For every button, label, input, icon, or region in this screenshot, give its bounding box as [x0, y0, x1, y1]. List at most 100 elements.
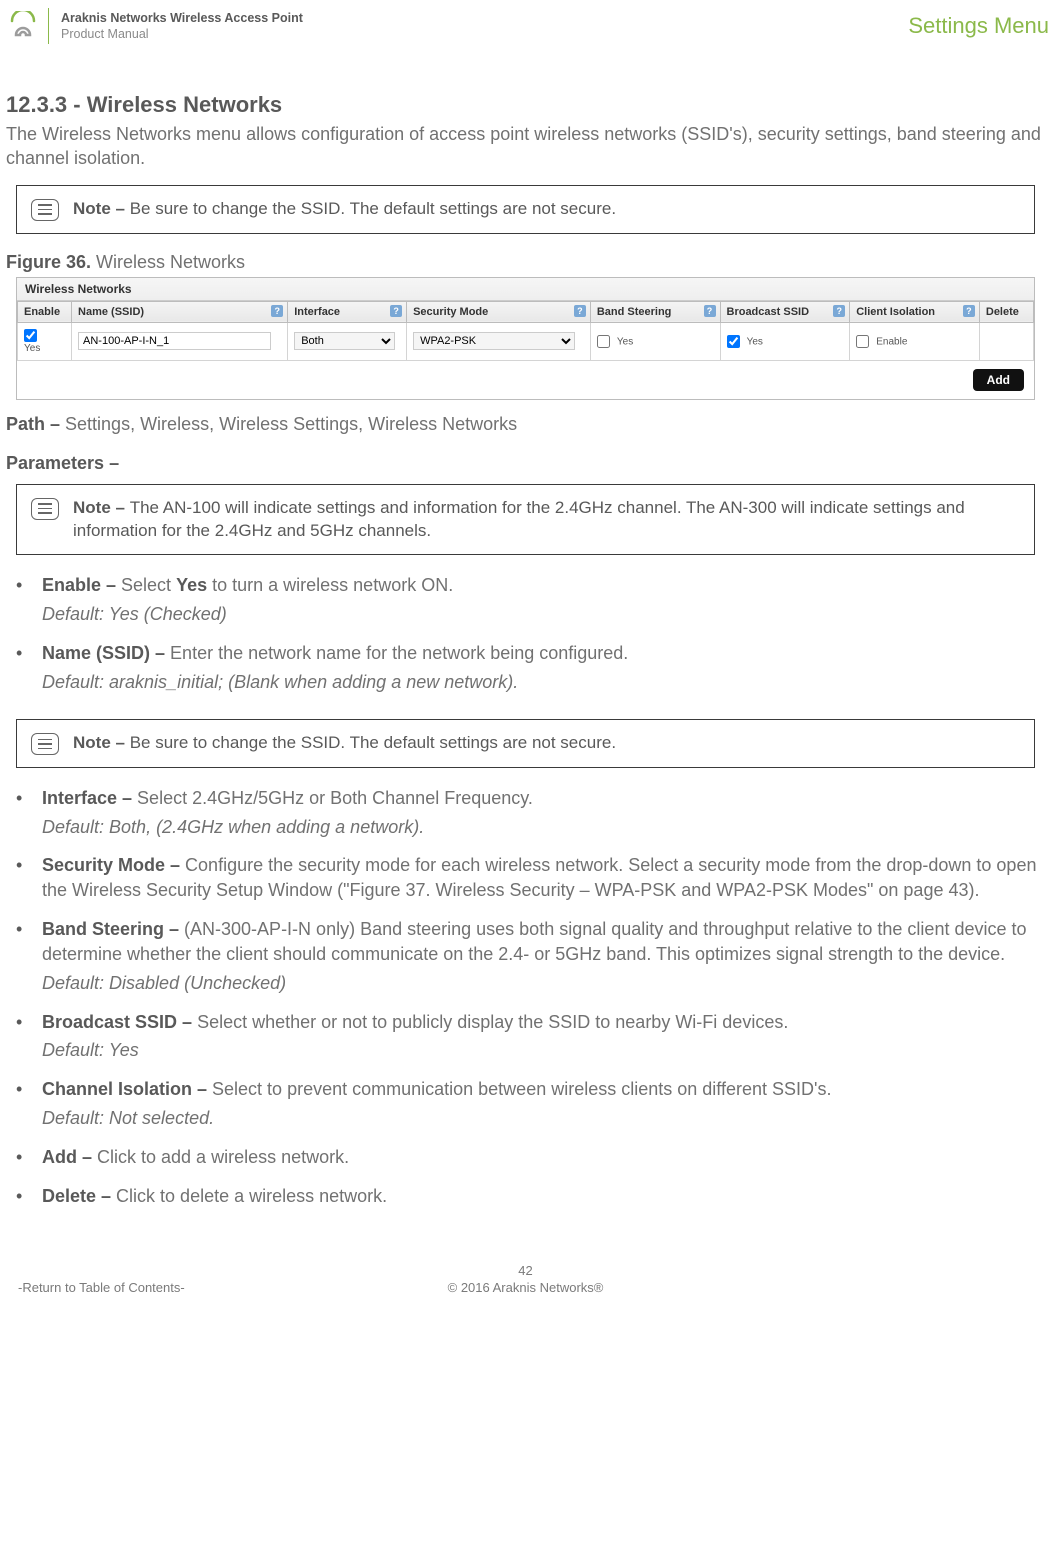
col-delete: Delete	[979, 301, 1033, 322]
add-row: Add	[17, 361, 1034, 399]
help-icon[interactable]: ?	[833, 305, 845, 317]
param-broadcast: Broadcast SSID – Select whether or not t…	[6, 1010, 1045, 1078]
col-security-label: Security Mode	[413, 306, 488, 318]
copyright: © 2016 Araknis Networks®	[448, 1280, 604, 1295]
brand-logo-icon	[8, 11, 38, 41]
param-default: Default: Both, (2.4GHz when adding a net…	[42, 815, 1045, 840]
note-label: Note –	[73, 199, 130, 218]
param-add: Add – Click to add a wireless network.	[6, 1145, 1045, 1184]
figure-number: Figure 36.	[6, 252, 91, 272]
security-select[interactable]: WPA2-PSK	[413, 332, 575, 350]
note-box-2: Note – The AN-100 will indicate settings…	[16, 484, 1035, 556]
cell-band: Yes	[590, 322, 720, 360]
col-band-label: Band Steering	[597, 306, 672, 318]
help-icon[interactable]: ?	[390, 305, 402, 317]
param-label: Delete –	[42, 1186, 116, 1206]
path-label: Path –	[6, 414, 65, 434]
help-icon[interactable]: ?	[574, 305, 586, 317]
param-text: Click to delete a wireless network.	[116, 1186, 387, 1206]
note-icon	[31, 733, 59, 755]
help-icon[interactable]: ?	[704, 305, 716, 317]
param-delete: Delete – Click to delete a wireless netw…	[6, 1184, 1045, 1223]
cell-enable: Yes	[18, 322, 72, 360]
param-label: Channel Isolation –	[42, 1079, 212, 1099]
ui-screenshot: Wireless Networks Enable Name (SSID)? In…	[16, 277, 1035, 400]
note-icon	[31, 199, 59, 221]
cell-interface: Both	[288, 322, 407, 360]
enable-checkbox[interactable]	[24, 329, 37, 342]
param-text: Configure the security mode for each wir…	[42, 855, 1036, 900]
product-subtitle: Product Manual	[61, 26, 303, 42]
band-label: Yes	[617, 336, 633, 347]
param-yes: Yes	[176, 575, 207, 595]
param-isolation: Channel Isolation – Select to prevent co…	[6, 1077, 1045, 1145]
col-enable: Enable	[18, 301, 72, 322]
param-default: Default: araknis_initial; (Blank when ad…	[42, 670, 1045, 695]
broadcast-label: Yes	[747, 336, 763, 347]
param-default: Default: Yes	[42, 1038, 1045, 1063]
param-text: Click to add a wireless network.	[97, 1147, 349, 1167]
help-icon[interactable]: ?	[271, 305, 283, 317]
col-isolation-label: Client Isolation	[856, 306, 935, 318]
col-isolation: Client Isolation?	[850, 301, 980, 322]
figure-title: Wireless Networks	[91, 252, 245, 272]
toc-link[interactable]: -Return to Table of Contents-	[18, 1280, 185, 1295]
param-label: Enable –	[42, 575, 121, 595]
note-icon	[31, 498, 59, 520]
param-default: Default: Disabled (Unchecked)	[42, 971, 1045, 996]
params-list: Enable – Select Yes to turn a wireless n…	[6, 573, 1045, 708]
page-number: 42	[0, 1263, 1051, 1278]
params-list-2: Interface – Select 2.4GHz/5GHz or Both C…	[6, 786, 1045, 1223]
note-text-2: Note – The AN-100 will indicate settings…	[73, 497, 1020, 543]
cell-broadcast: Yes	[720, 322, 850, 360]
cell-security: WPA2-PSK	[407, 322, 591, 360]
product-line: Araknis Networks Wireless Access Point	[61, 10, 303, 26]
add-button[interactable]: Add	[973, 369, 1024, 391]
header-titles: Araknis Networks Wireless Access Point P…	[61, 10, 303, 43]
cell-delete	[979, 322, 1033, 360]
path-line: Path – Settings, Wireless, Wireless Sett…	[6, 414, 1045, 435]
help-icon[interactable]: ?	[963, 305, 975, 317]
param-text: (AN-300-AP-I-N only) Band steering uses …	[42, 919, 1027, 964]
col-interface-label: Interface	[294, 306, 340, 318]
col-band: Band Steering?	[590, 301, 720, 322]
param-label: Band Steering –	[42, 919, 184, 939]
settings-menu-link[interactable]: Settings Menu	[908, 13, 1049, 39]
param-security: Security Mode – Configure the security m…	[6, 853, 1045, 917]
header-left: Araknis Networks Wireless Access Point P…	[0, 8, 303, 44]
figure-caption: Figure 36. Wireless Networks	[6, 252, 1045, 273]
ssid-input[interactable]	[78, 332, 271, 350]
wireless-networks-table: Enable Name (SSID)? Interface? Security …	[17, 301, 1034, 361]
cell-ssid	[72, 322, 288, 360]
param-band: Band Steering – (AN-300-AP-I-N only) Ban…	[6, 917, 1045, 1009]
enable-label: Yes	[24, 343, 40, 354]
interface-select[interactable]: Both	[294, 332, 395, 350]
col-interface: Interface?	[288, 301, 407, 322]
note-body: Be sure to change the SSID. The default …	[130, 733, 616, 752]
isolation-label: Enable	[876, 336, 907, 347]
param-label: Name (SSID) –	[42, 643, 170, 663]
param-interface: Interface – Select 2.4GHz/5GHz or Both C…	[6, 786, 1045, 854]
parameters-heading: Parameters –	[6, 453, 1045, 474]
table-row: Yes Both WPA2-PSK	[18, 322, 1034, 360]
param-label: Interface –	[42, 788, 137, 808]
param-label: Broadcast SSID –	[42, 1012, 197, 1032]
note-box-1: Note – Be sure to change the SSID. The d…	[16, 185, 1035, 234]
broadcast-checkbox[interactable]	[727, 335, 740, 348]
param-text: Select whether or not to publicly displa…	[197, 1012, 788, 1032]
band-checkbox[interactable]	[597, 335, 610, 348]
param-default: Default: Yes (Checked)	[42, 602, 1045, 627]
param-text: Enter the network name for the network b…	[170, 643, 628, 663]
ui-panel-title: Wireless Networks	[17, 278, 1034, 301]
page-content: 12.3.3 - Wireless Networks The Wireless …	[0, 52, 1051, 1223]
note-label: Note –	[73, 733, 130, 752]
isolation-checkbox[interactable]	[856, 335, 869, 348]
col-broadcast-label: Broadcast SSID	[727, 306, 810, 318]
note-text-1: Note – Be sure to change the SSID. The d…	[73, 198, 616, 221]
param-text-post: to turn a wireless network ON.	[207, 575, 453, 595]
col-security: Security Mode?	[407, 301, 591, 322]
param-text-pre: Select	[121, 575, 176, 595]
path-value: Settings, Wireless, Wireless Settings, W…	[65, 414, 517, 434]
param-default: Default: Not selected.	[42, 1106, 1045, 1131]
section-intro: The Wireless Networks menu allows config…	[6, 122, 1045, 171]
